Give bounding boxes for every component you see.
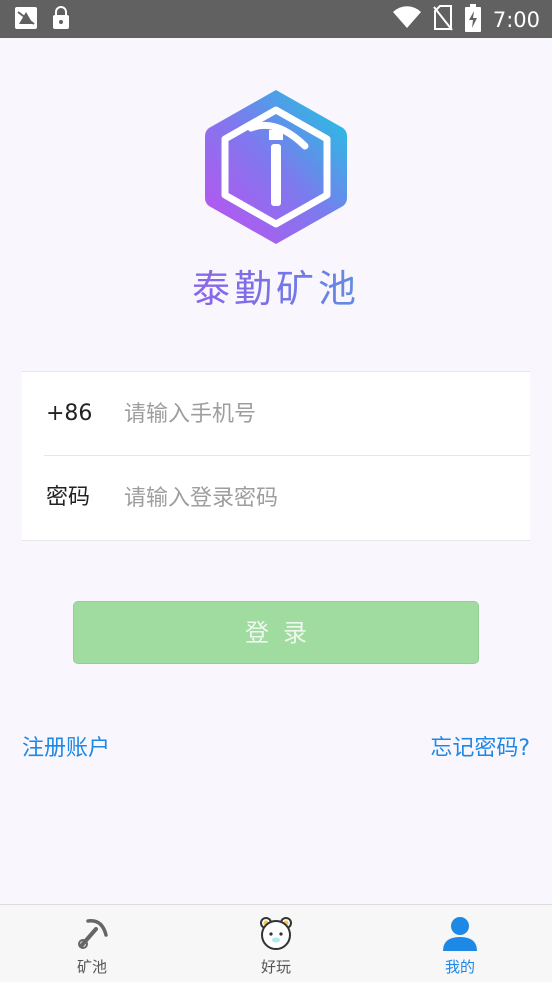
bear-face-icon — [258, 915, 294, 951]
user-icon — [442, 915, 478, 951]
status-bar: 7:00 — [0, 0, 552, 38]
app-name: 泰勤矿池 — [0, 258, 552, 313]
register-link[interactable]: 注册账户 — [22, 730, 110, 762]
no-sim-icon — [433, 5, 453, 35]
bottom-nav: 矿池 好玩 我的 — [0, 904, 552, 982]
pickaxe-hexagon-logo — [205, 90, 347, 244]
phone-row: +86 — [22, 372, 530, 455]
pickaxe-icon — [74, 915, 110, 951]
lock-icon — [52, 6, 70, 34]
password-input[interactable] — [122, 476, 506, 520]
nav-label-pool: 矿池 — [76, 958, 107, 976]
notification-icon — [14, 6, 38, 34]
login-button[interactable]: 登录 — [73, 601, 479, 664]
nav-item-pool[interactable]: 矿池 — [0, 905, 184, 982]
wifi-icon — [392, 6, 421, 34]
nav-item-fun[interactable]: 好玩 — [184, 905, 368, 982]
password-row: 密码 — [22, 456, 530, 539]
country-code[interactable]: +86 — [46, 372, 92, 455]
forgot-password-link[interactable]: 忘记密码? — [430, 730, 530, 762]
password-label: 密码 — [46, 485, 91, 510]
nav-label-mine: 我的 — [444, 958, 475, 976]
nav-item-mine[interactable]: 我的 — [368, 905, 552, 982]
login-form: +86 密码 — [22, 371, 530, 541]
status-time: 7:00 — [492, 8, 540, 32]
nav-label-fun: 好玩 — [260, 958, 291, 976]
phone-input[interactable] — [122, 392, 506, 436]
battery-charging-icon — [464, 4, 481, 36]
app-logo — [205, 88, 347, 246]
